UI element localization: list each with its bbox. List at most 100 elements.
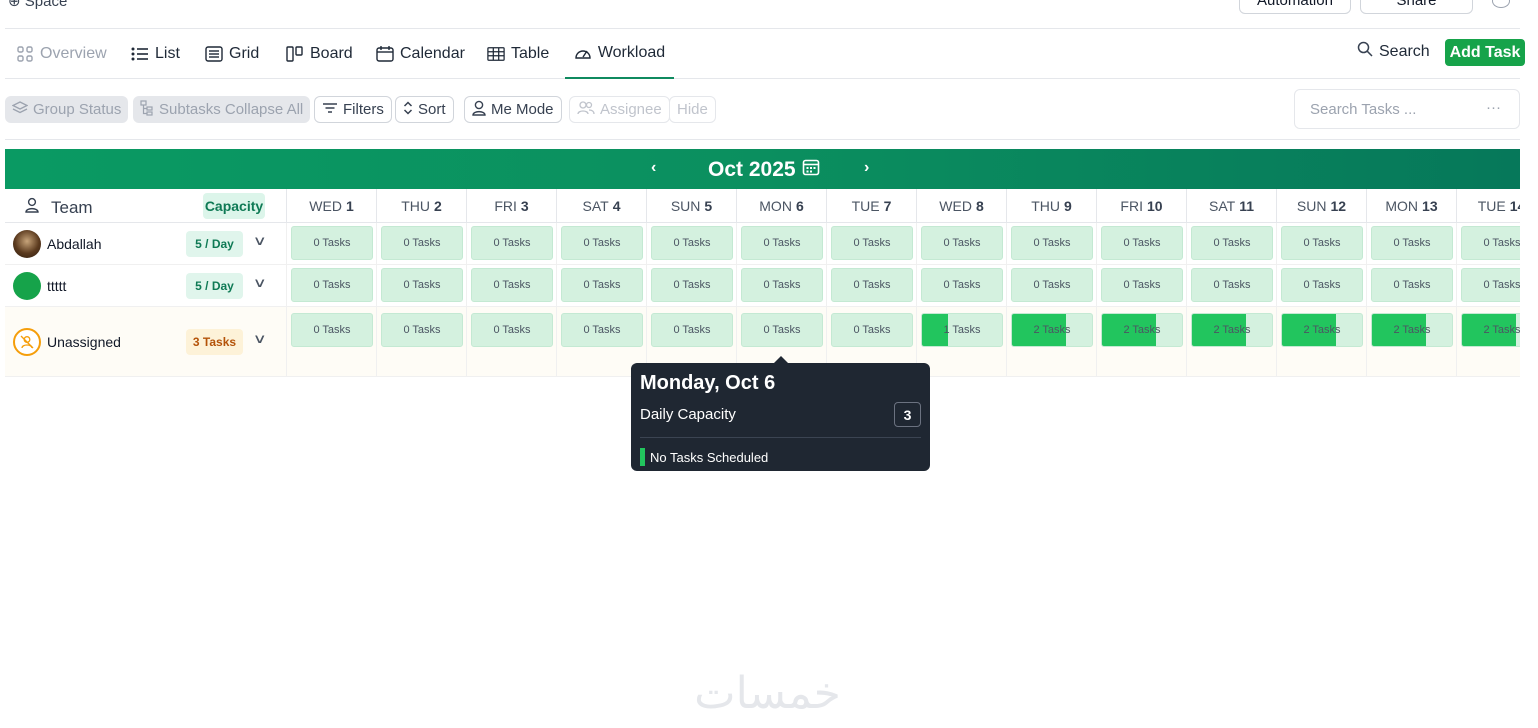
cell-label: 0 Tasks	[673, 279, 711, 291]
cell-label: 0 Tasks	[853, 324, 891, 336]
search-tasks-field[interactable]: Search Tasks ... ···	[1294, 89, 1520, 129]
workload-cell[interactable]: 0 Tasks	[921, 268, 1003, 302]
cell-label: 0 Tasks	[943, 237, 981, 249]
workload-cell[interactable]: 0 Tasks	[741, 313, 823, 347]
day-column: 0 Tasks	[826, 265, 916, 306]
day-column: 0 Tasks	[466, 265, 556, 306]
cell-label: 0 Tasks	[313, 324, 351, 336]
space-more-icon[interactable]: ···	[80, 0, 95, 7]
workload-cell[interactable]: 0 Tasks	[1371, 226, 1453, 260]
workload-cell[interactable]: 0 Tasks	[561, 226, 643, 260]
cell-label: 0 Tasks	[1303, 279, 1341, 291]
subtasks-collapse-button[interactable]: Subtasks Collapse All	[133, 96, 311, 123]
workload-cell[interactable]: 0 Tasks	[1191, 226, 1273, 260]
cell-label: 0 Tasks	[673, 324, 711, 336]
workload-cell[interactable]: 0 Tasks	[291, 226, 373, 260]
workload-cell[interactable]: 0 Tasks	[831, 226, 913, 260]
workload-cell[interactable]: 2 Tasks	[1011, 313, 1093, 347]
workload-cell[interactable]: 2 Tasks	[1461, 313, 1520, 347]
prev-month-icon[interactable]: ‹	[651, 159, 656, 177]
chevron-down-icon[interactable]: ∨	[253, 275, 267, 291]
workload-cell[interactable]: 0 Tasks	[1281, 226, 1363, 260]
workload-cell[interactable]: 0 Tasks	[1011, 226, 1093, 260]
tab-grid[interactable]: Grid	[205, 29, 259, 79]
tab-overview[interactable]: Overview	[16, 29, 107, 79]
group-status-button[interactable]: Group Status	[5, 96, 129, 123]
workload-cell[interactable]: 2 Tasks	[1281, 313, 1363, 347]
workload-cell[interactable]: 2 Tasks	[1371, 313, 1453, 347]
workload-cell[interactable]: 0 Tasks	[471, 313, 553, 347]
cell-label: 0 Tasks	[1033, 237, 1071, 249]
workload-cell[interactable]: 0 Tasks	[651, 268, 733, 302]
assignee-button[interactable]: Assignee	[569, 96, 670, 123]
workload-cell[interactable]: 0 Tasks	[741, 268, 823, 302]
workload-cell[interactable]: 0 Tasks	[381, 268, 463, 302]
capacity-pill: 3 Tasks	[186, 329, 243, 355]
workload-cell[interactable]: 0 Tasks	[291, 268, 373, 302]
tab-table[interactable]: Table	[487, 29, 549, 79]
tab-calendar[interactable]: Calendar	[376, 29, 465, 79]
add-task-button[interactable]: Add Task	[1445, 39, 1525, 66]
workload-cell[interactable]: 0 Tasks	[471, 268, 553, 302]
workload-cell[interactable]: 0 Tasks	[1371, 268, 1453, 302]
tab-board[interactable]: Board	[286, 29, 353, 79]
next-month-icon[interactable]: ›	[864, 159, 869, 177]
workload-cell[interactable]: 0 Tasks	[741, 226, 823, 260]
workload-cell[interactable]: 0 Tasks	[471, 226, 553, 260]
workload-cell[interactable]: 0 Tasks	[831, 313, 913, 347]
workload-cell[interactable]: 0 Tasks	[561, 268, 643, 302]
tab-list[interactable]: List	[131, 29, 180, 79]
cell-label: 0 Tasks	[673, 237, 711, 249]
workload-cell[interactable]: 0 Tasks	[1281, 268, 1363, 302]
automation-button[interactable]: Automation	[1239, 0, 1351, 14]
workload-cell[interactable]: 0 Tasks	[291, 313, 373, 347]
workload-cell[interactable]: 0 Tasks	[1461, 268, 1520, 302]
workload-cell[interactable]: 0 Tasks	[1101, 268, 1183, 302]
filters-button[interactable]: Filters	[314, 96, 392, 123]
sort-button[interactable]: Sort	[395, 96, 454, 123]
day-of-week: TUE	[851, 198, 880, 214]
workload-cell[interactable]: 0 Tasks	[381, 313, 463, 347]
more-options-icon[interactable]: ···	[1486, 99, 1501, 116]
chevron-down-icon[interactable]: ∨	[253, 331, 267, 347]
workload-cell[interactable]: 0 Tasks	[1461, 226, 1520, 260]
search-button[interactable]: Search	[1357, 41, 1430, 62]
day-column: 0 Tasks	[1096, 265, 1186, 306]
workload-cell[interactable]: 2 Tasks	[1191, 313, 1273, 347]
member-name-unassigned[interactable]: Unassigned	[13, 328, 121, 356]
workload-cell[interactable]: 2 Tasks	[1101, 313, 1183, 347]
workload-cell[interactable]: 0 Tasks	[1191, 268, 1273, 302]
group-status-label: Group Status	[33, 101, 122, 118]
workload-cell[interactable]: 1 Tasks	[921, 313, 1003, 347]
avatar	[13, 230, 41, 258]
filters-label: Filters	[343, 101, 384, 118]
me-mode-button[interactable]: Me Mode	[464, 96, 562, 123]
workload-cell[interactable]: 0 Tasks	[381, 226, 463, 260]
cell-label: 0 Tasks	[943, 279, 981, 291]
workload-cell[interactable]: 0 Tasks	[651, 313, 733, 347]
member-name-ttttt[interactable]: ttttt	[13, 272, 66, 300]
workload-cell[interactable]: 0 Tasks	[1101, 226, 1183, 260]
chevron-down-icon[interactable]: ∨	[253, 233, 267, 249]
space-icon: ⊕	[8, 0, 25, 10]
workload-cell[interactable]: 0 Tasks	[651, 226, 733, 260]
assignee-label: Assignee	[600, 101, 662, 118]
search-tasks-placeholder: Search Tasks ...	[1310, 100, 1417, 118]
member-name-abdallah[interactable]: Abdallah	[13, 230, 102, 258]
workload-cell[interactable]: 0 Tasks	[831, 268, 913, 302]
day-column: 0 Tasks	[916, 223, 1006, 264]
workload-cell[interactable]: 0 Tasks	[921, 226, 1003, 260]
share-button[interactable]: Share	[1360, 0, 1473, 14]
day-of-week: THU	[401, 198, 430, 214]
day-of-week: THU	[1031, 198, 1060, 214]
day-column: 0 Tasks	[286, 223, 376, 264]
workload-cell[interactable]: 0 Tasks	[561, 313, 643, 347]
cell-label: 0 Tasks	[1123, 279, 1161, 291]
workload-cell[interactable]: 0 Tasks	[1011, 268, 1093, 302]
chat-icon[interactable]	[1492, 0, 1510, 8]
space-label[interactable]: ⊕ Space	[8, 0, 67, 10]
hide-button[interactable]: Hide	[669, 96, 716, 123]
cell-label: 0 Tasks	[763, 324, 801, 336]
month-title[interactable]: Oct 2025	[708, 158, 820, 182]
tab-workload[interactable]: Workload	[565, 29, 674, 79]
